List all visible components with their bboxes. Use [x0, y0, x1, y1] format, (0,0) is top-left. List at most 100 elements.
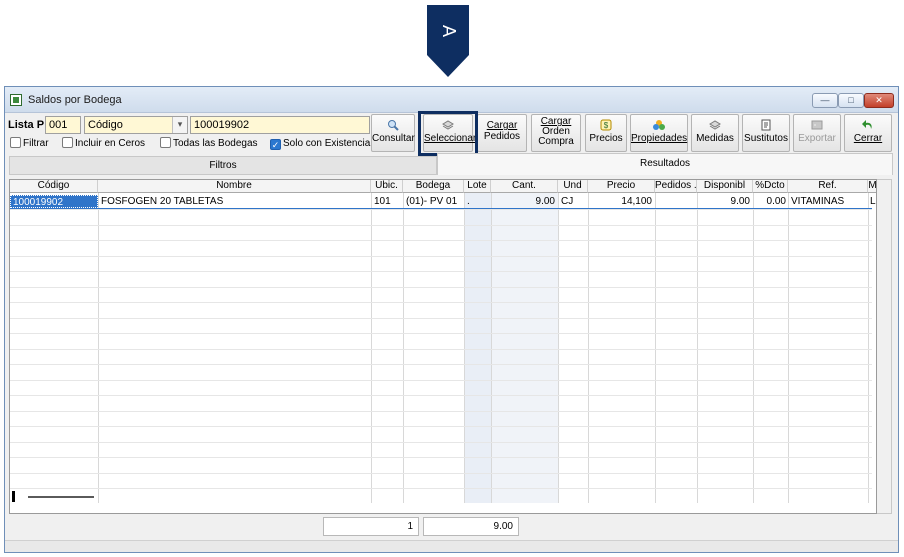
checkbox-box[interactable]: [62, 137, 73, 148]
title-bar[interactable]: Saldos por Bodega — □ ✕: [5, 87, 898, 113]
cell-und[interactable]: CJ: [561, 195, 587, 208]
lista-label: Lista P:: [8, 119, 48, 131]
cargar-orden-label-3: Compra: [538, 136, 574, 147]
cargar-pedidos-button[interactable]: Cargar Pedidos: [477, 114, 527, 152]
propiedades-label: Propiedades: [631, 133, 688, 144]
cell-cant[interactable]: 9.00: [491, 195, 555, 208]
cell-dcto[interactable]: 0.00: [753, 195, 786, 208]
col-header-lote[interactable]: Lote: [464, 180, 491, 193]
col-header-m[interactable]: M: [868, 180, 876, 193]
step-marker: A: [427, 5, 469, 77]
precios-button[interactable]: $ Precios: [585, 114, 627, 152]
todas-bodegas-checkbox[interactable]: Todas las Bodegas: [160, 137, 258, 151]
tab-filtros[interactable]: Filtros: [9, 156, 437, 175]
col-header-nombre[interactable]: Nombre: [98, 180, 371, 193]
incluir-ceros-checkbox[interactable]: Incluir en Ceros: [62, 137, 145, 151]
col-header-codigo[interactable]: Código: [10, 180, 98, 193]
row-divider: [10, 318, 872, 319]
checkmark-icon[interactable]: ✓: [270, 139, 281, 150]
cerrar-label: Cerrar: [853, 133, 883, 144]
incluir-ceros-label: Incluir en Ceros: [75, 138, 146, 149]
col-header-pedidos[interactable]: Pedidos ...: [655, 180, 697, 193]
maximize-button[interactable]: □: [838, 93, 864, 108]
document-icon: [761, 119, 771, 131]
cell-nombre[interactable]: FOSFOGEN 20 TABLETAS: [101, 195, 369, 208]
sustitutos-button[interactable]: Sustitutos: [742, 114, 790, 152]
tab-resultados[interactable]: Resultados: [437, 153, 893, 175]
consultar-button[interactable]: Consultar: [371, 114, 415, 152]
undo-arrow-icon: [862, 120, 872, 129]
chevron-down-icon[interactable]: ▾: [172, 117, 187, 133]
horizontal-scroll-thumb[interactable]: [28, 496, 94, 498]
row-divider: [10, 411, 872, 412]
cell-codigo[interactable]: 100019902: [10, 195, 98, 208]
col-header-dcto[interactable]: %Dcto: [753, 180, 788, 193]
codigo-input[interactable]: 100019902: [190, 116, 370, 134]
filtrar-checkbox[interactable]: Filtrar: [10, 137, 49, 151]
window-title: Saldos por Bodega: [28, 94, 122, 106]
saldos-window: Saldos por Bodega — □ ✕ Lista P: 001 Cód…: [4, 86, 899, 553]
price-tag-icon: $: [600, 119, 612, 131]
cell-pedidos[interactable]: [655, 195, 695, 208]
checkbox-box[interactable]: [160, 137, 171, 148]
row-divider: [10, 380, 872, 381]
total-cant: 9.00: [423, 517, 519, 536]
col-header-ubic[interactable]: Ubic.: [371, 180, 403, 193]
tab-strip: Filtros Resultados: [9, 153, 893, 175]
row-divider: [10, 256, 872, 257]
cell-disponible[interactable]: 9.00: [697, 195, 750, 208]
col-header-ref[interactable]: Ref.: [788, 180, 868, 193]
cell-precio[interactable]: 14,100: [588, 195, 652, 208]
col-header-cant[interactable]: Cant.: [491, 180, 558, 193]
screen: A Saldos por Bodega — □ ✕ Lista P: 001 C…: [0, 0, 904, 557]
export-icon: [811, 120, 823, 130]
cerrar-button[interactable]: Cerrar: [844, 114, 892, 152]
minimize-button[interactable]: —: [812, 93, 838, 108]
horizontal-scroll-cursor[interactable]: [12, 491, 15, 502]
col-header-precio[interactable]: Precio: [588, 180, 655, 193]
col-header-bodega[interactable]: Bodega: [403, 180, 464, 193]
row-divider: [10, 287, 872, 288]
cell-ref[interactable]: VITAMINAS: [791, 195, 867, 208]
row-divider: [10, 271, 872, 272]
row-divider: [10, 209, 872, 210]
solo-existencia-checkbox[interactable]: ✓ Solo con Existencia: [270, 137, 370, 151]
minimize-icon: —: [820, 95, 830, 105]
search-icon: [388, 120, 399, 131]
app-icon: [10, 94, 22, 106]
propiedades-button[interactable]: Propiedades: [630, 114, 688, 152]
lista-input[interactable]: 001: [45, 116, 81, 134]
medidas-button[interactable]: Medidas: [691, 114, 739, 152]
consultar-label: Consultar: [372, 133, 415, 144]
row-divider: [10, 240, 872, 241]
row-divider: [10, 302, 872, 303]
cell-lote[interactable]: .: [467, 195, 489, 208]
total-count: 1: [323, 517, 419, 536]
row-divider: [10, 349, 872, 350]
cell-bodega[interactable]: (01)- PV 01: [406, 195, 464, 208]
shapes-icon: [653, 120, 665, 130]
row-divider: [10, 473, 872, 474]
solo-existencia-label: Solo con Existencia: [283, 138, 371, 149]
checkbox-box[interactable]: [10, 137, 21, 148]
cargar-pedidos-label-2: Pedidos: [483, 131, 521, 142]
close-button[interactable]: ✕: [864, 93, 894, 108]
close-icon: ✕: [875, 95, 883, 105]
results-grid[interactable]: Código Nombre Ubic. Bodega Lote Cant. Un…: [9, 179, 877, 514]
status-bar: [5, 540, 898, 552]
stack-icon: [709, 120, 721, 130]
row-divider: [10, 395, 872, 396]
cargar-orden-compra-button[interactable]: Cargar Orden Compra: [531, 114, 581, 152]
col-header-und[interactable]: Und: [558, 180, 588, 193]
exportar-label: Exportar: [798, 133, 836, 144]
col-header-disponible[interactable]: Disponibl: [697, 180, 753, 193]
exportar-button[interactable]: Exportar: [793, 114, 841, 152]
cell-ubic[interactable]: 101: [374, 195, 402, 208]
row-divider: [10, 457, 872, 458]
vertical-scrollbar[interactable]: [877, 179, 892, 514]
medidas-label: Medidas: [696, 133, 734, 144]
precios-label: Precios: [589, 133, 623, 144]
row-divider: [10, 442, 872, 443]
cell-m[interactable]: L: [870, 195, 876, 208]
filtrar-label: Filtrar: [23, 138, 49, 149]
